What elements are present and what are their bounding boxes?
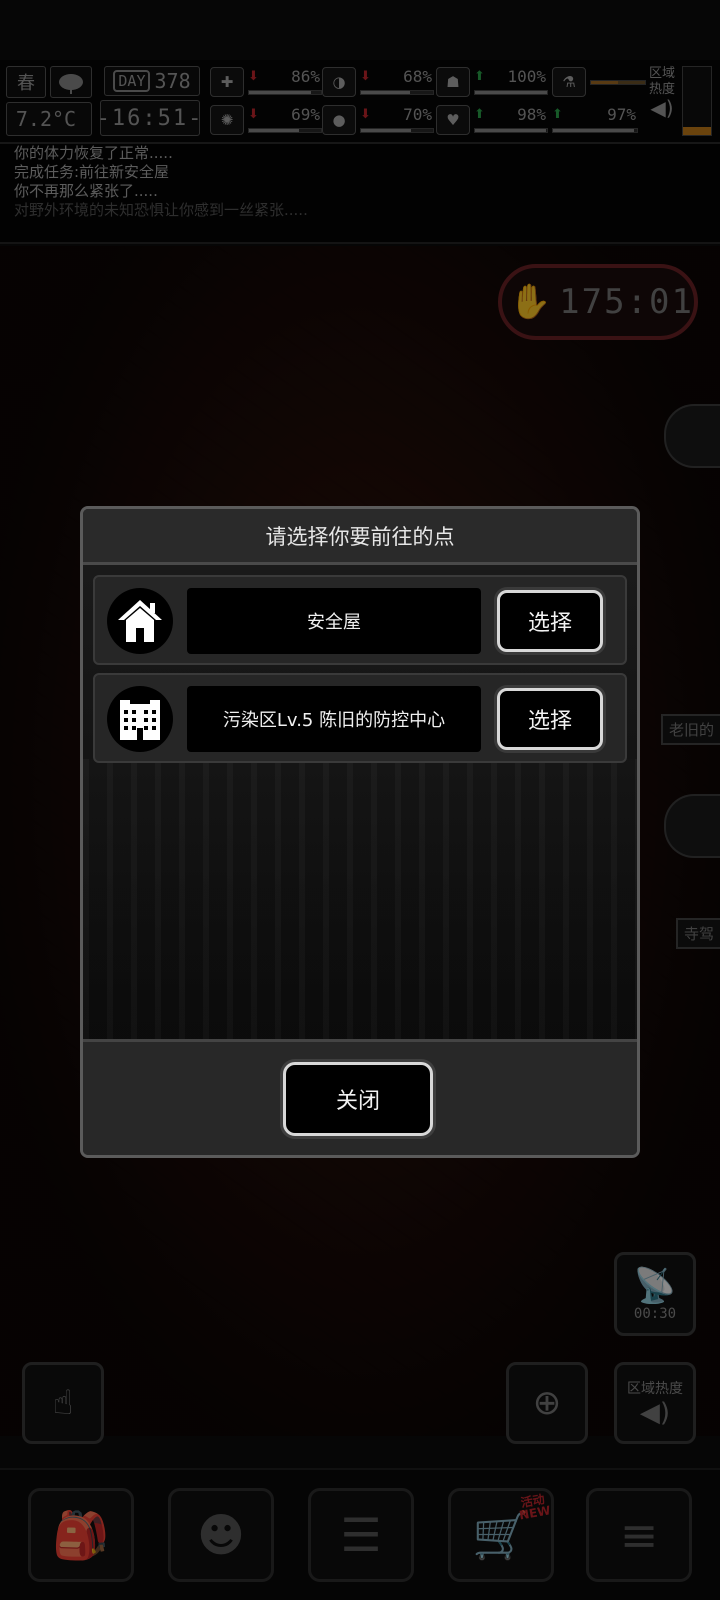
destination-row: 污染区Lv.5 陈旧的防控中心 选择 [93, 673, 627, 763]
destination-dialog: 请选择你要前往的点 安全屋 选择 污染区Lv.5 陈旧的防控中心 选择 关闭 [80, 506, 640, 1158]
ruins-background [83, 759, 637, 1039]
destination-name: 安全屋 [187, 588, 481, 654]
select-button[interactable]: 选择 [497, 688, 603, 750]
dialog-title: 请选择你要前往的点 [83, 509, 637, 565]
destination-row: 安全屋 选择 [93, 575, 627, 665]
dialog-body: 安全屋 选择 污染区Lv.5 陈旧的防控中心 选择 [83, 565, 637, 1039]
select-button[interactable]: 选择 [497, 590, 603, 652]
close-button[interactable]: 关闭 [283, 1062, 433, 1136]
building-icon [107, 686, 173, 752]
dialog-footer: 关闭 [83, 1039, 637, 1155]
destination-name: 污染区Lv.5 陈旧的防控中心 [187, 686, 481, 752]
house-icon [107, 588, 173, 654]
